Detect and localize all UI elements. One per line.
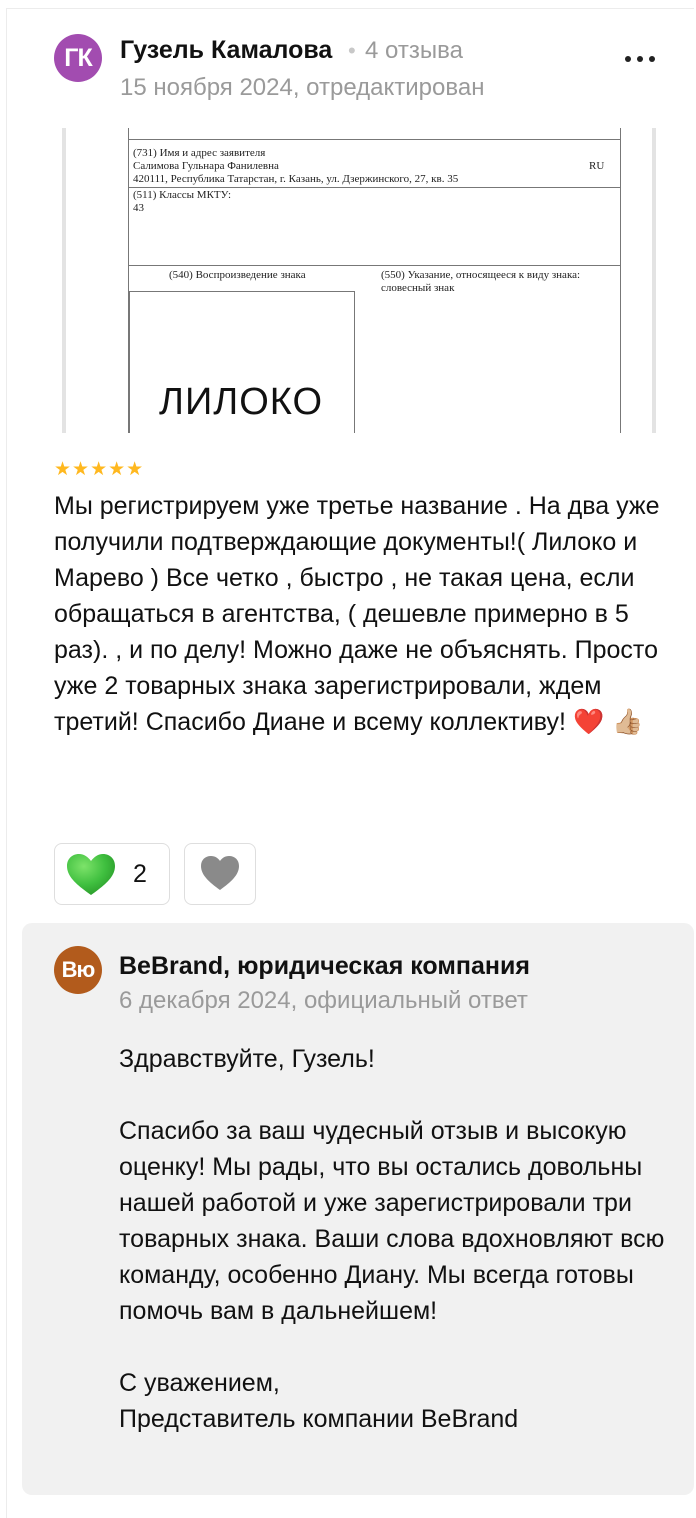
review-photo[interactable]: (731) Имя и адрес заявителя Салимова Гул… bbox=[62, 128, 656, 433]
review-emoji: ❤️ 👍🏼 bbox=[572, 707, 644, 736]
gray-heart-icon bbox=[201, 856, 239, 890]
author-name[interactable]: Гузель Камалова bbox=[120, 36, 332, 65]
mark-kind-value: словесный знак bbox=[381, 282, 455, 294]
meta-separator: • bbox=[348, 38, 356, 63]
mark-reproduction-label: (540) Воспроизведение знака bbox=[169, 269, 306, 281]
rating-stars: ★★★★★ bbox=[54, 459, 145, 480]
mark-word: ЛИЛОКО bbox=[159, 381, 324, 423]
more-options-button[interactable] bbox=[616, 44, 664, 74]
reply-body: Спасибо за ваш чудесный отзыв и высокую … bbox=[119, 1117, 665, 1325]
like-count: 2 bbox=[133, 860, 147, 888]
classes-label: (511) Классы МКТУ: bbox=[133, 189, 232, 201]
review-text: Мы регистрируем уже третье название . На… bbox=[54, 488, 676, 740]
dislike-button[interactable] bbox=[184, 843, 256, 905]
author-review-count: 4 отзыва bbox=[365, 37, 463, 64]
certificate-document: (731) Имя и адрес заявителя Салимова Гул… bbox=[128, 128, 621, 433]
reply-greeting: Здравствуйте, Гузель! bbox=[119, 1045, 375, 1073]
review-date: 15 ноября 2024, отредактирован bbox=[120, 74, 485, 101]
company-name[interactable]: BeBrand, юридическая компания bbox=[119, 952, 530, 981]
like-button[interactable]: 2 bbox=[54, 843, 170, 905]
more-dots-icon bbox=[625, 56, 631, 62]
reply-text: Здравствуйте, Гузель! Спасибо за ваш чуд… bbox=[119, 1041, 679, 1437]
reply-signature: Представитель компании BeBrand bbox=[119, 1405, 519, 1433]
review-body: Мы регистрируем уже третье название . На… bbox=[54, 492, 660, 736]
company-reply: Вю BeBrand, юридическая компания 6 декаб… bbox=[22, 923, 694, 1495]
author-avatar[interactable]: ГК bbox=[54, 34, 102, 82]
applicant-name: Салимова Гульнара Фанилевна bbox=[133, 160, 279, 172]
applicant-address: 420111, Республика Татарстан, г. Казань,… bbox=[133, 173, 459, 185]
reply-closing: С уважением, bbox=[119, 1369, 280, 1397]
mark-kind-label: (550) Указание, относящееся к виду знака… bbox=[381, 269, 581, 281]
company-avatar[interactable]: Вю bbox=[54, 946, 102, 994]
country-code: RU bbox=[589, 160, 605, 172]
green-heart-icon bbox=[67, 854, 115, 895]
applicant-label: (731) Имя и адрес заявителя bbox=[133, 147, 266, 159]
classes-value: 43 bbox=[133, 202, 144, 214]
reply-date: 6 декабря 2024, официальный ответ bbox=[119, 987, 528, 1014]
